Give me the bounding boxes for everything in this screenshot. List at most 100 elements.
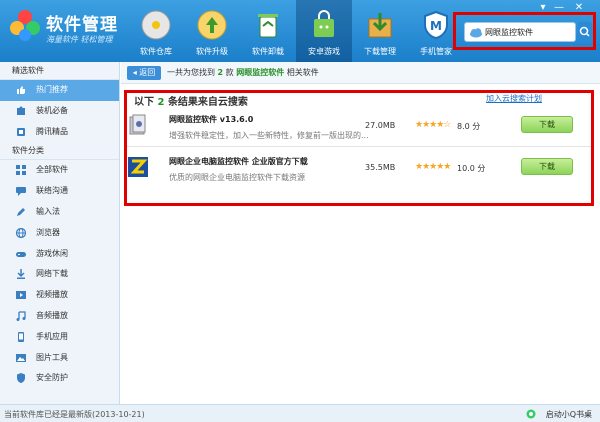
tab-software-upgrade[interactable]: 软件升级 [184,0,240,62]
sidebar-item-tencent[interactable]: 腾讯精品 [0,122,119,143]
tab-label: 软件卸载 [252,47,284,56]
sidebar-item-label: 腾讯精品 [36,126,68,136]
tab-android-games[interactable]: 安卓游戏 [296,0,352,62]
result-keyword: 网眼监控软件 [236,68,285,77]
sidebar-item-essentials[interactable]: 装机必备 [0,101,119,122]
pencil-icon [17,207,25,216]
music-note-icon [16,311,26,321]
back-label: 返回 [139,68,156,77]
z-logo-icon [128,157,148,177]
rating-score: 10.0 分 [457,164,486,173]
chat-icon [16,187,26,197]
gamepad-icon [16,251,26,257]
sidebar-item-label: 手机应用 [36,331,68,341]
tab-label: 安卓游戏 [308,47,340,56]
row-divider [127,146,591,147]
sidebar-item-input-method[interactable]: 输入法 [0,202,119,223]
recycle-bin-icon [258,14,278,38]
sidebar-item-label: 音频播放 [36,310,68,320]
sidebar-item-image-tools[interactable]: 图片工具 [0,348,119,369]
result-summary: 一共为您找到 2 款 网眼监控软件 相关软件 [167,67,319,78]
tab-software-uninstall[interactable]: 软件卸载 [240,0,296,62]
sidebar-item-download[interactable]: 网络下载 [0,264,119,285]
sidebar-item-label: 网络下载 [36,269,68,279]
sidebar-item-hot[interactable]: 热门推荐 [0,80,119,101]
sidebar-item-label: 装机必备 [36,105,68,115]
sidebar-item-label: 输入法 [36,206,60,216]
grid-icon [16,165,26,176]
software-size: 27.0MB [365,121,396,130]
app-logo-icon [10,10,40,41]
sidebar-section-categories: 软件分类 [0,142,119,161]
sidebar-item-label: 游戏休闲 [36,248,68,258]
sidebar-item-all[interactable]: 全部软件 [0,160,119,181]
shield-icon: M [424,10,448,40]
status-text: 当前软件库已经是最新版(2013-10-21) [4,410,145,419]
thumbs-up-icon [17,86,25,94]
rating-score: 8.0 分 [457,122,481,131]
download-button[interactable]: 下载 [521,158,573,175]
sidebar-item-label: 图片工具 [36,352,68,362]
sidebar: 精选软件 热门推荐 装机必备 腾讯精品 软件分类 全部软件 联络沟通 输入法 浏… [0,62,120,404]
sidebar-item-label: 安全防护 [36,373,68,383]
sidebar-item-communication[interactable]: 联络沟通 [0,181,119,202]
svg-text:M: M [430,19,442,33]
software-box-icon [129,114,146,135]
sidebar-item-label: 联络沟通 [36,186,68,196]
result-row: 网眼监控软件 v13.6.0 增强软件稳定性，加入一些新特性，修复前一版出现的.… [127,108,591,148]
upgrade-disc-icon [197,10,227,40]
result-suffix: 相关软件 [286,68,319,77]
app-title: 软件管理 [46,15,118,35]
cd-icon [141,10,171,40]
software-desc: 优质的网眼企业电脑监控软件下载资源 [169,173,305,182]
status-bar: 当前软件库已经是最新版(2013-10-21) 启动小Q书桌 [0,404,600,422]
download-button[interactable]: 下载 [521,116,573,133]
sidebar-item-video[interactable]: 视频播放 [0,285,119,306]
shield-small-icon [17,373,25,384]
results-header: 以下 2 条结果来自云搜索 [134,93,248,108]
sidebar-item-label: 视频播放 [36,290,68,300]
tab-software-store[interactable]: 软件仓库 [128,0,184,62]
sidebar-item-label: 浏览器 [36,227,60,237]
phone-icon [18,331,24,342]
software-name[interactable]: 网眼企业电脑监控软件 企业版官方下载 [169,156,308,167]
picture-icon [16,353,26,362]
result-row: 网眼企业电脑监控软件 企业版官方下载 优质的网眼企业电脑监控软件下载资源 35.… [127,150,591,190]
film-icon [16,291,26,300]
title-bar: 软件管理 海量软件 轻松管理 软件仓库 软件升级 软件卸载 安卓游戏 下载管理 … [0,0,600,62]
sidebar-item-mobile[interactable]: 手机应用 [0,327,119,348]
tencent-box-icon [17,127,25,136]
software-desc: 增强软件稳定性，加入一些新特性，修复前一版出现的... [169,131,369,140]
software-name[interactable]: 网眼监控软件 v13.6.0 [169,114,253,125]
launch-desk-link[interactable]: 启动小Q书桌 [546,409,592,420]
software-size: 35.5MB [365,163,396,172]
sidebar-item-label: 热门推荐 [36,85,68,94]
result-count: 2 [217,68,224,77]
search-highlight-box [453,12,596,50]
sidebar-section-featured: 精选软件 [0,62,119,80]
download-box-icon [368,13,392,38]
results-header-count: 2 [157,97,165,108]
join-cloud-search-link[interactable]: 加入云搜索计划 [486,93,542,104]
result-unit: 款 [225,68,234,77]
back-button[interactable]: ◂ 返回 [127,66,161,80]
results-header-suffix: 条结果来自云搜索 [167,97,248,108]
sidebar-item-security[interactable]: 安全防护 [0,368,119,389]
results-header-prefix: 以下 [134,97,154,108]
result-toolbar: ◂ 返回 一共为您找到 2 款 网眼监控软件 相关软件 [121,62,600,84]
tab-label: 软件升级 [196,47,228,56]
puzzle-icon [17,106,25,115]
tab-label: 软件仓库 [140,47,172,56]
tab-download-manager[interactable]: 下载管理 [352,0,408,62]
sidebar-item-browser[interactable]: 浏览器 [0,223,119,244]
rating-stars: ★★★★☆ [415,120,451,130]
sidebar-item-games[interactable]: 游戏休闲 [0,244,119,265]
tab-label: 下载管理 [364,47,396,56]
sidebar-item-label: 全部软件 [36,165,68,175]
globe-icon [16,227,26,238]
android-bag-icon [314,10,334,37]
qq-desk-icon [526,409,536,419]
sidebar-item-audio[interactable]: 音频播放 [0,306,119,327]
app-slogan: 海量软件 轻松管理 [46,35,113,44]
download-arrow-icon [17,269,25,280]
